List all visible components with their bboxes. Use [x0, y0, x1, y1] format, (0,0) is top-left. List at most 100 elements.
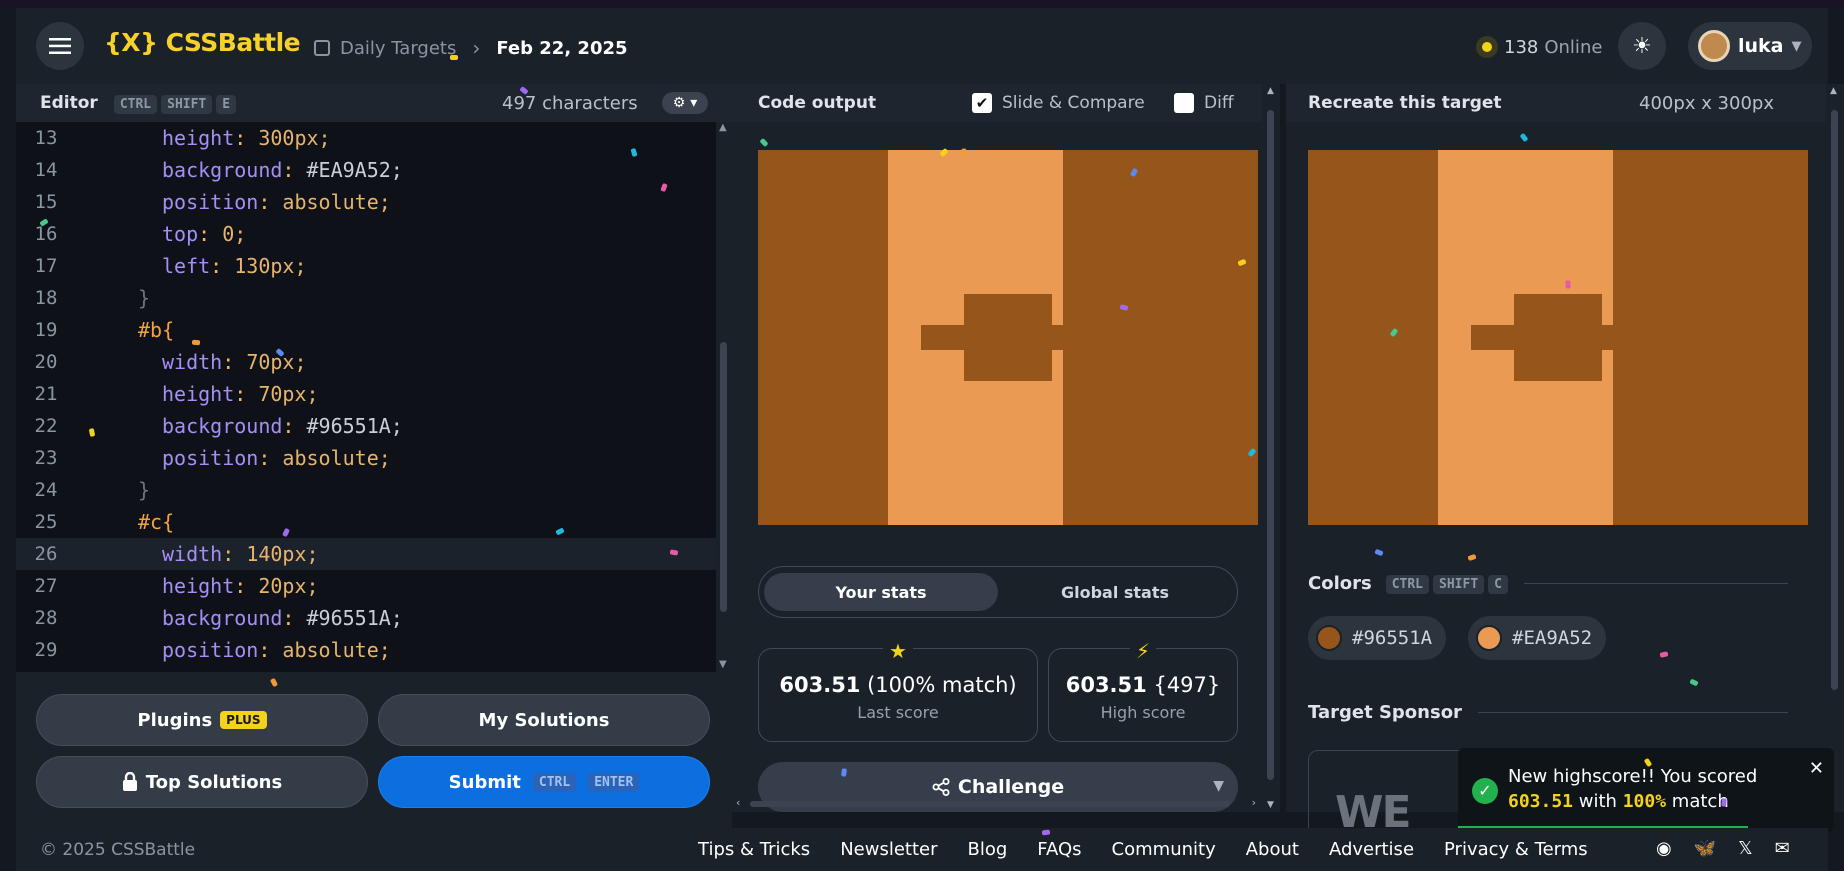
- code-line[interactable]: 26 width: 140px;: [16, 538, 716, 570]
- code-line[interactable]: 24}: [16, 474, 716, 506]
- scroll-down-icon[interactable]: ▼: [1267, 800, 1274, 810]
- code-line[interactable]: 21 height: 70px;: [16, 378, 716, 410]
- user-menu-button[interactable]: luka ▼: [1688, 22, 1812, 70]
- diff-toggle[interactable]: Diff: [1174, 93, 1234, 113]
- code-line[interactable]: 25 #c{: [16, 506, 716, 538]
- menu-button[interactable]: [36, 22, 84, 70]
- footer-link-tips[interactable]: Tips & Tricks: [698, 839, 810, 860]
- close-icon[interactable]: ✕: [1809, 758, 1824, 779]
- output-vscroll-thumb[interactable]: [1267, 110, 1274, 780]
- footer-links: Tips & Tricks Newsletter Blog FAQs Commu…: [698, 839, 1588, 860]
- kbd-ctrl: CTRL: [532, 772, 577, 792]
- toast-score: 603.51: [1508, 791, 1574, 812]
- editor-scrollbar[interactable]: ▲ ▼: [716, 122, 732, 672]
- scroll-up-icon[interactable]: ▲: [719, 122, 727, 133]
- code-text: }: [138, 286, 151, 310]
- code-output-canvas[interactable]: [758, 150, 1258, 525]
- footer-link-blog[interactable]: Blog: [968, 839, 1008, 860]
- breadcrumb-daily-targets[interactable]: Daily Targets: [340, 38, 456, 59]
- slide-compare-toggle[interactable]: ✔ Slide & Compare: [972, 93, 1145, 113]
- plugins-label: Plugins: [137, 709, 213, 731]
- plugins-button[interactable]: Plugins PLUS: [36, 694, 368, 746]
- breadcrumb: Daily Targets › Feb 22, 2025: [314, 36, 628, 60]
- target-canvas[interactable]: [1308, 150, 1808, 525]
- colors-label: Colors: [1308, 572, 1372, 594]
- code-line[interactable]: 13 height: 300px;: [16, 122, 716, 154]
- sponsor-heading: Target Sponsor: [1308, 702, 1788, 723]
- code-line[interactable]: 28 background: #96551A;: [16, 602, 716, 634]
- scroll-right-icon[interactable]: ›: [1252, 796, 1256, 809]
- chevron-down-icon: ▼: [1791, 38, 1802, 54]
- bluesky-icon[interactable]: 🦋: [1694, 838, 1716, 859]
- chevron-down-icon[interactable]: ▼: [1213, 778, 1224, 794]
- scroll-down-icon[interactable]: ▼: [719, 659, 727, 670]
- code-line[interactable]: 17 left: 130px;: [16, 250, 716, 282]
- code-line[interactable]: 29 position: absolute;: [16, 634, 716, 666]
- code-line[interactable]: 15 position: absolute;: [16, 186, 716, 218]
- color-hex: #96551A: [1352, 627, 1433, 649]
- code-text: top: 0;: [162, 222, 247, 246]
- target-header: Recreate this target 400px x 300px: [1286, 84, 1826, 122]
- discord-icon[interactable]: ◉: [1656, 838, 1672, 859]
- color-swatch-light[interactable]: #EA9A52: [1468, 616, 1607, 660]
- target-vscroll-thumb[interactable]: [1831, 110, 1838, 690]
- colors-heading: Colors CTRL SHIFT C: [1308, 572, 1788, 594]
- online-indicator: 138 Online: [1476, 36, 1602, 58]
- header: {X} CSSBattle Daily Targets › Feb 22, 20…: [16, 8, 1828, 84]
- mail-icon[interactable]: ✉: [1775, 838, 1790, 859]
- code-line[interactable]: 18}: [16, 282, 716, 314]
- code-editor[interactable]: 13 height: 300px; 14 background: #EA9A52; 15…: [16, 122, 716, 672]
- online-dot-icon: [1476, 36, 1498, 58]
- code-line[interactable]: 14 background: #EA9A52;: [16, 154, 716, 186]
- footer-link-community[interactable]: Community: [1112, 839, 1216, 860]
- high-score-chars: {497}: [1153, 673, 1221, 697]
- theme-toggle-button[interactable]: ☀: [1618, 22, 1666, 70]
- slide-compare-checkbox[interactable]: ✔: [972, 93, 992, 113]
- tab-global-stats[interactable]: Global stats: [998, 573, 1232, 611]
- code-line[interactable]: 27 height: 20px;: [16, 570, 716, 602]
- scroll-up-icon[interactable]: ▲: [1267, 86, 1274, 96]
- logo[interactable]: {X} CSSBattle: [104, 28, 301, 57]
- code-line[interactable]: 23 position: absolute;: [16, 442, 716, 474]
- code-text: background: #96551A;: [162, 414, 403, 438]
- code-line[interactable]: 22 background: #96551A;: [16, 410, 716, 442]
- top-solutions-button[interactable]: Top Solutions: [36, 756, 368, 808]
- code-text: }: [138, 478, 151, 502]
- line-number: 15: [34, 191, 58, 213]
- footer-link-advertise[interactable]: Advertise: [1329, 839, 1414, 860]
- output-vscrollbar[interactable]: ▲ ▼: [1262, 84, 1280, 812]
- star-icon: ★: [883, 639, 913, 663]
- output-hscrollbar[interactable]: ‹ ›: [734, 796, 1260, 812]
- code-line[interactable]: 16 top: 0;: [16, 218, 716, 250]
- target-vscrollbar[interactable]: ▲: [1826, 84, 1844, 812]
- editor-settings-button[interactable]: ⚙ ▾: [662, 92, 708, 114]
- diff-checkbox[interactable]: [1174, 93, 1194, 113]
- target-title: Recreate this target: [1308, 93, 1502, 113]
- lightning-icon: ⚡: [1129, 639, 1157, 663]
- editor-scroll-thumb[interactable]: [720, 342, 727, 612]
- line-number: 18: [34, 287, 58, 309]
- code-text: height: 20px;: [162, 574, 319, 598]
- code-line[interactable]: 19 #b{: [16, 314, 716, 346]
- line-number: 21: [34, 383, 58, 405]
- x-icon[interactable]: 𝕏: [1738, 838, 1753, 859]
- tab-your-stats[interactable]: Your stats: [764, 573, 998, 611]
- line-number: 29: [34, 639, 58, 661]
- footer-link-about[interactable]: About: [1246, 839, 1299, 860]
- footer-link-faqs[interactable]: FAQs: [1037, 839, 1081, 860]
- color-hex: #EA9A52: [1512, 627, 1593, 649]
- my-solutions-button[interactable]: My Solutions: [378, 694, 710, 746]
- submit-button[interactable]: Submit CTRL ENTER: [378, 756, 710, 808]
- code-text: background: #EA9A52;: [162, 158, 403, 182]
- color-swatch-dark[interactable]: #96551A: [1308, 616, 1447, 660]
- kbd-ctrl: CTRL: [1385, 575, 1430, 594]
- line-number: 13: [34, 127, 58, 149]
- output-hscroll-thumb[interactable]: [750, 801, 1230, 807]
- code-text: #c{: [138, 510, 175, 534]
- scroll-up-icon[interactable]: ▲: [1830, 86, 1837, 96]
- footer-link-privacy[interactable]: Privacy & Terms: [1444, 839, 1588, 860]
- center-square: [1514, 293, 1602, 381]
- code-line[interactable]: 20 width: 70px;: [16, 346, 716, 378]
- footer-link-newsletter[interactable]: Newsletter: [840, 839, 937, 860]
- scroll-left-icon[interactable]: ‹: [736, 796, 740, 809]
